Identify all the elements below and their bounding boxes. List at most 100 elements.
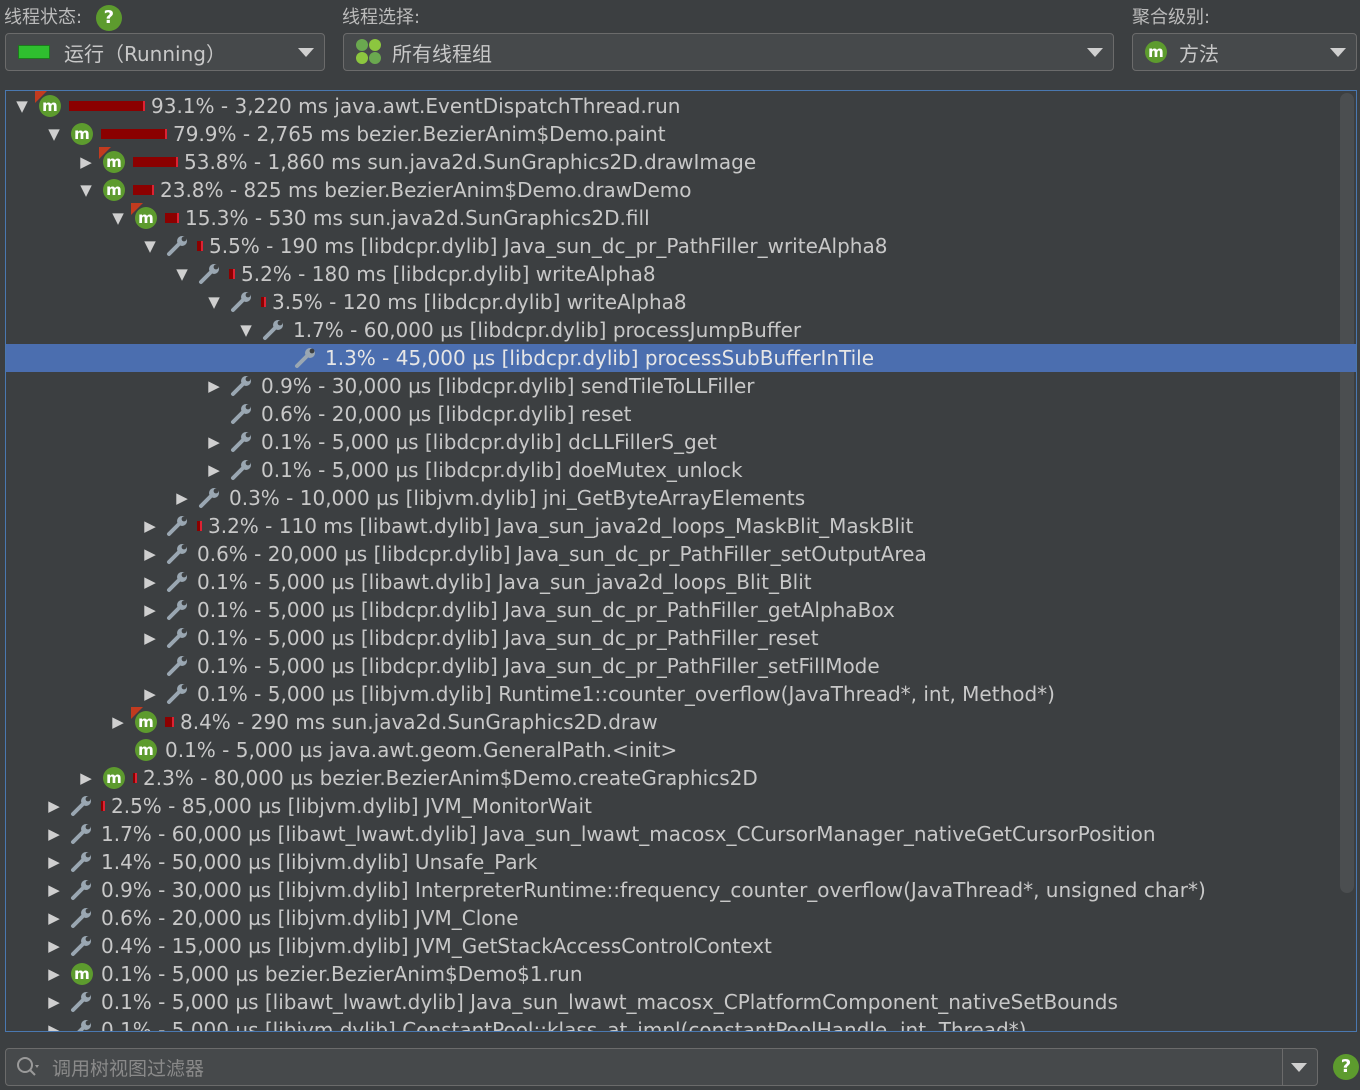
thread-select-value: 所有线程组 [392, 41, 492, 66]
expand-arrow-icon[interactable]: ▼ [75, 181, 97, 199]
tree-row[interactable]: 1.3% - 45,000 µs [libdcpr.dylib] process… [6, 344, 1356, 372]
tree-row[interactable]: ▶ 2.5% - 85,000 µs [libjvm.dylib] JVM_Mon… [6, 792, 1356, 820]
expand-arrow-icon[interactable]: ▼ [203, 293, 225, 311]
help-icon[interactable]: ? [95, 5, 122, 31]
collapse-arrow-icon[interactable]: ▶ [139, 629, 161, 647]
call-tree[interactable]: ▼ m 93.1% - 3,220 ms java.awt.EventDispatc… [5, 90, 1357, 1032]
collapse-arrow-icon[interactable]: ▶ [139, 545, 161, 563]
collapse-arrow-icon[interactable]: ▶ [107, 713, 129, 731]
aggregation-dropdown[interactable]: m 方法 [1132, 33, 1357, 71]
collapse-arrow-icon[interactable]: ▶ [43, 797, 65, 815]
help-icon[interactable]: ? [1333, 1054, 1359, 1080]
tree-row-label: 15.3% - 530 ms sun.java2d.SunGraphics2D.… [185, 206, 650, 230]
wrench-icon [229, 458, 255, 482]
time-bar [101, 129, 167, 139]
collapse-arrow-icon[interactable]: ▶ [43, 1021, 65, 1031]
expand-arrow-icon[interactable]: ▼ [235, 321, 257, 339]
collapse-arrow-icon[interactable]: ▶ [171, 489, 193, 507]
collapse-arrow-icon[interactable]: ▶ [139, 685, 161, 703]
collapse-arrow-icon[interactable]: ▶ [203, 377, 225, 395]
collapse-arrow-icon[interactable]: ▶ [139, 573, 161, 591]
tree-row[interactable]: ▶ 0.3% - 10,000 µs [libjvm.dylib] jni_Get… [6, 484, 1356, 512]
tree-row[interactable]: ▶ 0.1% - 5,000 µs [libdcpr.dylib] dcLLFil… [6, 428, 1356, 456]
tree-row[interactable]: ▶ m 2.3% - 80,000 µs bezier.BezierAnim$Dem… [6, 764, 1356, 792]
method-exception-icon: m [99, 147, 127, 174]
wrench-icon [229, 290, 255, 314]
tree-row-label: 0.1% - 5,000 µs [libdcpr.dylib] dcLLFill… [261, 430, 717, 454]
tree-row[interactable]: ▶ 0.1% - 5,000 µs [libawt.dylib] Java_sun… [6, 568, 1356, 596]
tree-row[interactable]: ▼ m 79.9% - 2,765 ms bezier.BezierAnim$Dem… [6, 120, 1356, 148]
tree-row-label: 5.5% - 190 ms [libdcpr.dylib] Java_sun_d… [209, 234, 888, 258]
collapse-arrow-icon[interactable]: ▶ [203, 433, 225, 451]
tree-row[interactable]: ▶ 0.1% - 5,000 µs [libawt_lwawt.dylib] Ja… [6, 988, 1356, 1016]
thread-group-icon [356, 39, 382, 65]
collapse-arrow-icon[interactable]: ▶ [43, 937, 65, 955]
wrench-icon [165, 514, 191, 538]
tree-row[interactable]: ▶ 3.2% - 110 ms [libawt.dylib] Java_sun_j… [6, 512, 1356, 540]
tree-row-label: 0.1% - 5,000 µs [libjvm.dylib] Runtime1:… [197, 682, 1055, 706]
tree-row[interactable]: m 0.1% - 5,000 µs java.awt.geom.GeneralPa… [6, 736, 1356, 764]
wrench-icon [165, 542, 191, 566]
collapse-arrow-icon[interactable]: ▶ [43, 853, 65, 871]
tree-row[interactable]: ▶ 0.1% - 5,000 µs [libdcpr.dylib] Java_su… [6, 596, 1356, 624]
tree-row[interactable]: ▶ 0.6% - 20,000 µs [libdcpr.dylib] Java_s… [6, 540, 1356, 568]
time-bar [133, 185, 154, 195]
tree-row[interactable]: 0.6% - 20,000 µs [libdcpr.dylib] reset [6, 400, 1356, 428]
wrench-icon [69, 990, 95, 1014]
tree-row[interactable]: ▶ 1.4% - 50,000 µs [libjvm.dylib] Unsafe_… [6, 848, 1356, 876]
wrench-icon [293, 346, 319, 370]
tree-row[interactable]: ▼ 3.5% - 120 ms [libdcpr.dylib] writeAlph… [6, 288, 1356, 316]
tree-row[interactable]: ▼ m 15.3% - 530 ms sun.java2d.SunGraphics2… [6, 203, 1356, 232]
filter-placeholder: 调用树视图过滤器 [52, 1057, 205, 1080]
collapse-arrow-icon[interactable]: ▶ [75, 769, 97, 787]
tree-row[interactable]: ▼ 5.5% - 190 ms [libdcpr.dylib] Java_sun_… [6, 232, 1356, 260]
tree-row[interactable]: ▶ 0.1% - 5,000 µs [libdcpr.dylib] doeMute… [6, 456, 1356, 484]
tree-row[interactable]: ▼ m 23.8% - 825 ms bezier.BezierAnim$Demo.… [6, 176, 1356, 204]
method-badge: m [71, 963, 93, 985]
call-tree-filter[interactable]: 调用树视图过滤器 [5, 1048, 1318, 1086]
tree-row[interactable]: ▼ 5.2% - 180 ms [libdcpr.dylib] writeAlph… [6, 260, 1356, 288]
collapse-arrow-icon[interactable]: ▶ [43, 881, 65, 899]
expand-arrow-icon[interactable]: ▼ [107, 209, 129, 227]
tree-row[interactable]: ▶ 0.9% - 30,000 µs [libdcpr.dylib] sendTi… [6, 372, 1356, 400]
tree-row[interactable]: ▶ m 8.4% - 290 ms sun.java2d.SunGraphics2D… [6, 707, 1356, 736]
tree-row[interactable]: ▼ 1.7% - 60,000 µs [libdcpr.dylib] proces… [6, 316, 1356, 344]
chevron-down-icon[interactable] [1330, 48, 1346, 57]
tree-row[interactable]: 0.1% - 5,000 µs [libdcpr.dylib] Java_sun… [6, 652, 1356, 680]
tree-row[interactable]: ▶ 0.1% - 5,000 µs [libjvm.dylib] Runtime1… [6, 680, 1356, 708]
expand-arrow-icon[interactable]: ▼ [139, 237, 161, 255]
tree-row[interactable]: ▶ 0.9% - 30,000 µs [libjvm.dylib] Interpr… [6, 876, 1356, 904]
expand-arrow-icon[interactable]: ▼ [171, 265, 193, 283]
expand-arrow-icon[interactable]: ▼ [11, 97, 33, 115]
collapse-arrow-icon[interactable]: ▶ [43, 909, 65, 927]
collapse-arrow-icon[interactable]: ▶ [43, 993, 65, 1011]
collapse-arrow-icon[interactable]: ▶ [75, 153, 97, 171]
collapse-arrow-icon[interactable]: ▶ [139, 517, 161, 535]
tree-row-label: 23.8% - 825 ms bezier.BezierAnim$Demo.dr… [160, 178, 692, 202]
wrench-icon [69, 906, 95, 930]
collapse-arrow-icon[interactable]: ▶ [203, 461, 225, 479]
wrench-icon [69, 822, 95, 846]
chevron-down-icon[interactable] [298, 48, 314, 57]
wrench-icon [69, 850, 95, 874]
wrench-icon [197, 262, 223, 286]
tree-row-label: 1.7% - 60,000 µs [libawt_lwawt.dylib] Ja… [101, 822, 1156, 846]
chevron-down-icon[interactable] [1291, 1063, 1307, 1072]
thread-state-dropdown[interactable]: 运行（Running） [5, 33, 325, 71]
tree-row[interactable]: ▶ 0.4% - 15,000 µs [libjvm.dylib] JVM_Get… [6, 932, 1356, 960]
tree-row[interactable]: ▶ m 53.8% - 1,860 ms sun.java2d.SunGraphic… [6, 147, 1356, 176]
collapse-arrow-icon[interactable]: ▶ [139, 601, 161, 619]
tree-row[interactable]: ▶ 0.1% - 5,000 µs [libjvm.dylib] Constant… [6, 1016, 1356, 1031]
expand-arrow-icon[interactable]: ▼ [43, 125, 65, 143]
thread-select-dropdown[interactable]: 所有线程组 [343, 33, 1114, 71]
tree-row[interactable]: ▶ 1.7% - 60,000 µs [libawt_lwawt.dylib] J… [6, 820, 1356, 848]
method-exception-icon: m [131, 203, 159, 230]
tree-row[interactable]: ▶ 0.1% - 5,000 µs [libdcpr.dylib] Java_su… [6, 624, 1356, 652]
chevron-down-icon[interactable] [1087, 48, 1103, 57]
tree-row[interactable]: ▶ 0.6% - 20,000 µs [libjvm.dylib] JVM_Clo… [6, 904, 1356, 932]
tree-row[interactable]: ▶ m 0.1% - 5,000 µs bezier.BezierAnim$Demo… [6, 960, 1356, 988]
tree-row[interactable]: ▼ m 93.1% - 3,220 ms java.awt.EventDispatc… [6, 91, 1342, 120]
collapse-arrow-icon[interactable]: ▶ [43, 825, 65, 843]
tree-row-label: 0.1% - 5,000 µs [libdcpr.dylib] Java_sun… [197, 598, 895, 622]
collapse-arrow-icon[interactable]: ▶ [43, 965, 65, 983]
